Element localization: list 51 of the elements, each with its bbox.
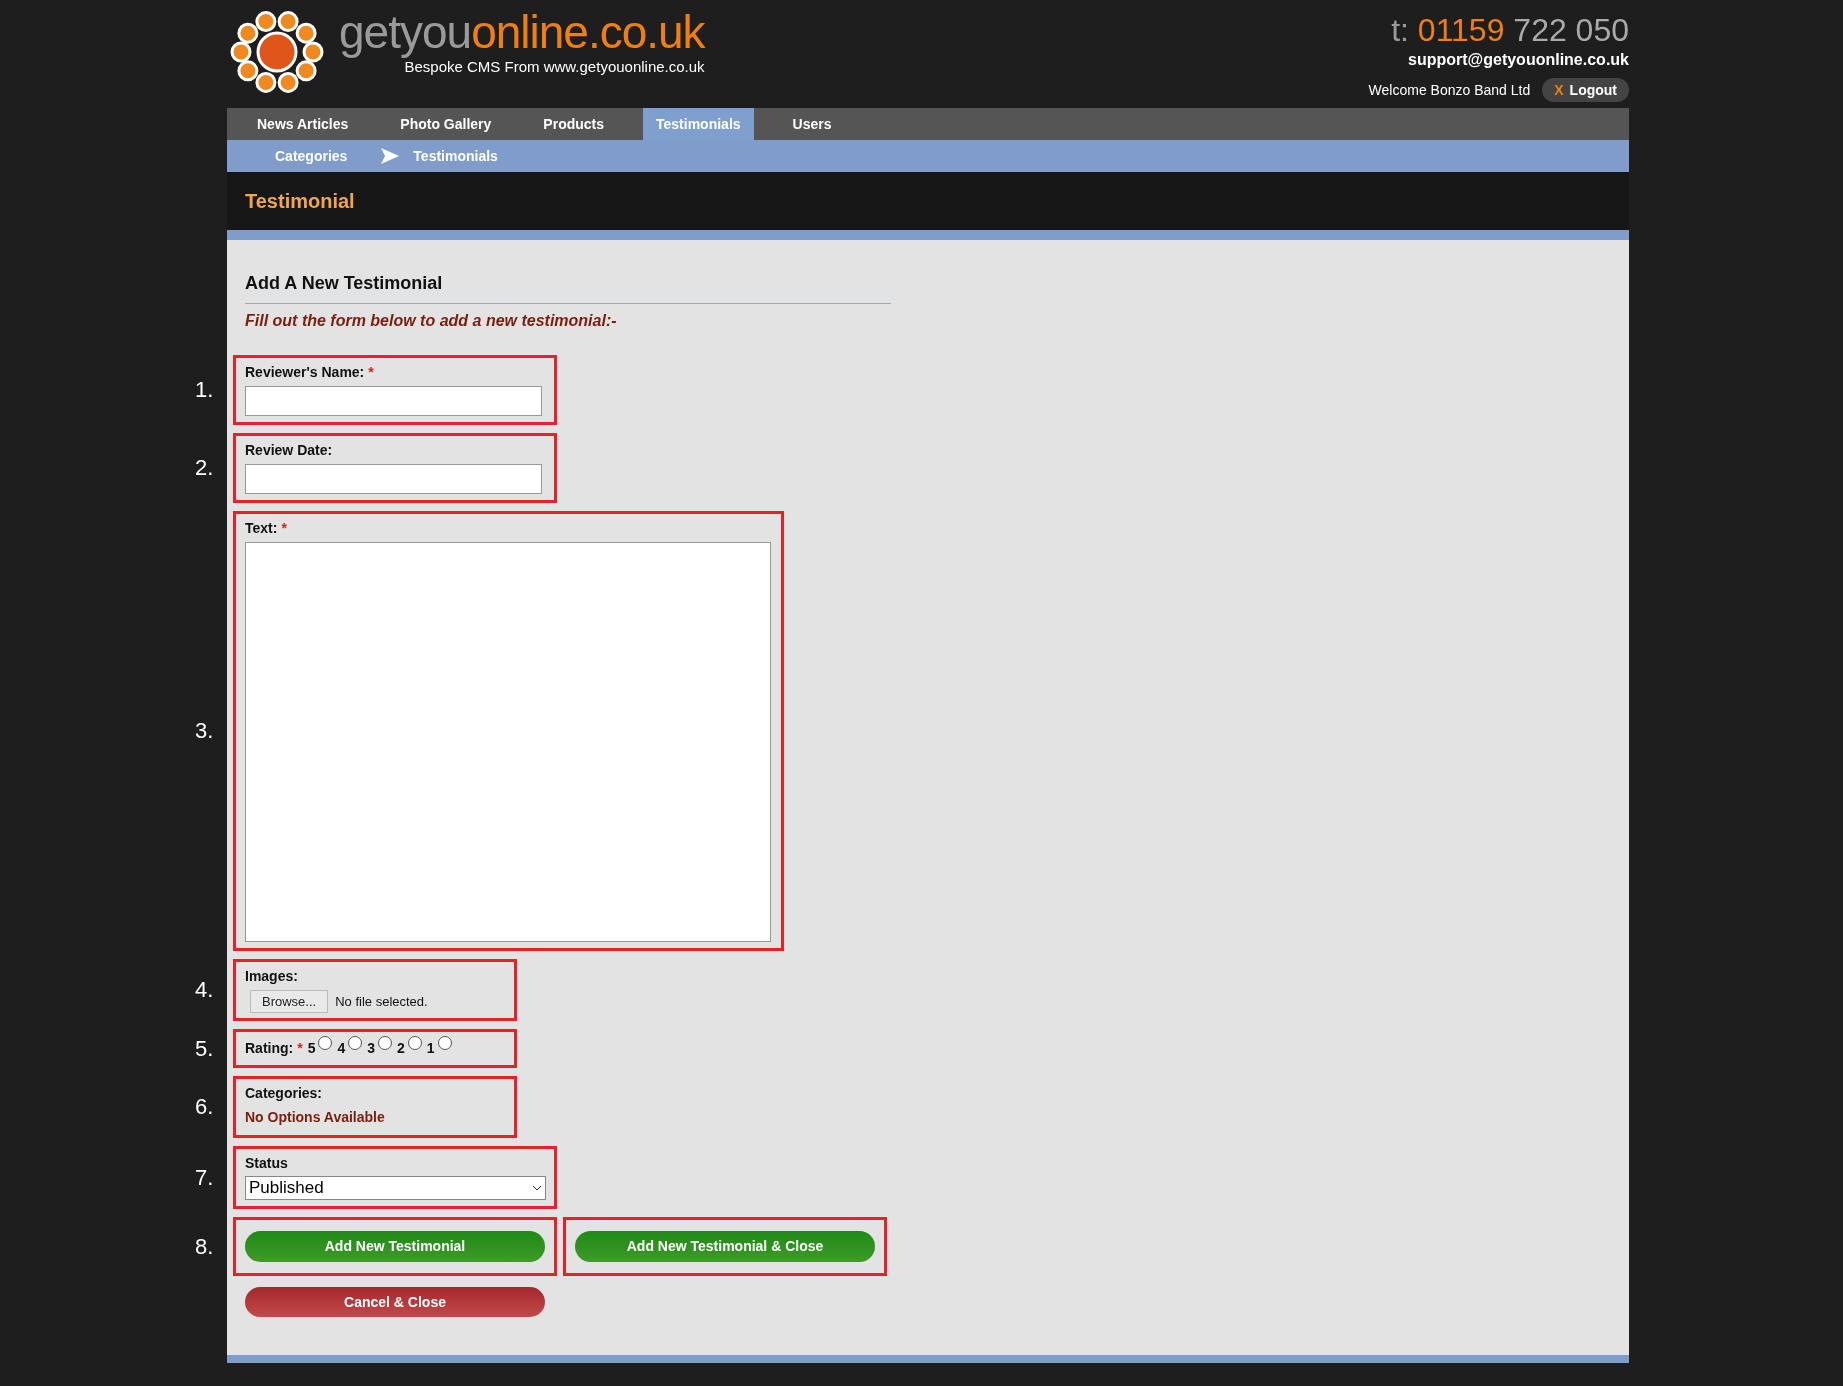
logout-button[interactable]: X Logout (1542, 78, 1629, 102)
text-field[interactable] (245, 386, 542, 416)
page-title: Testimonial (245, 189, 355, 214)
nav-tab[interactable]: News Articles (244, 108, 362, 140)
radio-button[interactable] (437, 1036, 452, 1050)
form-heading: Add A New Testimonial (245, 272, 444, 295)
radio-button[interactable] (348, 1036, 363, 1050)
rating-value: 3 (367, 1039, 376, 1058)
required-mark: * (281, 519, 287, 538)
rating-value: 2 (397, 1039, 405, 1058)
text-field[interactable] (245, 464, 542, 494)
field-label: Images: (245, 967, 298, 986)
browse-button[interactable]: Browse... (250, 990, 329, 1013)
radio-button[interactable] (378, 1036, 393, 1050)
field-label: Text: (245, 519, 278, 538)
field-label: Reviewer's Name: (245, 363, 365, 382)
submit-button[interactable]: Add New Testimonial & Close (575, 1231, 875, 1262)
annotation-number: 6. (195, 1096, 214, 1118)
rating-value: 4 (337, 1039, 346, 1058)
chevron-down-icon (532, 1185, 542, 1191)
rating-value: 1 (426, 1039, 435, 1058)
annotation-number: 8. (195, 1235, 214, 1258)
rating-value: 5 (307, 1039, 316, 1058)
annotation-number: 1. (195, 379, 214, 401)
field-label: Status (245, 1154, 288, 1173)
nav-tab[interactable]: Products (530, 108, 618, 140)
radio-button[interactable] (318, 1036, 333, 1050)
submit-button[interactable]: Add New Testimonial (245, 1231, 545, 1262)
annotation-number: 7. (195, 1166, 214, 1189)
file-status: No file selected. (335, 992, 428, 1011)
nav-tab[interactable]: Photo Gallery (387, 108, 505, 140)
radio-button[interactable] (407, 1036, 422, 1050)
brand-name: getyouonline.co.uk (339, 6, 705, 58)
tagline: Bespoke CMS From www.getyouonline.co.uk (404, 58, 705, 77)
required-mark: * (297, 1039, 303, 1058)
support-email: support@getyouonline.co.uk (1408, 50, 1629, 70)
annotation-number: 4. (195, 979, 214, 1001)
field-label: Categories: (245, 1084, 323, 1103)
required-mark: * (368, 363, 374, 382)
status-select[interactable]: Published (245, 1176, 546, 1200)
welcome-text: Welcome Bonzo Band Ltd (1368, 80, 1531, 100)
form-intro: Fill out the form below to add a new testimonial:- (245, 311, 618, 331)
nav-tab[interactable]: Users (779, 108, 845, 140)
field-label: Review Date: (245, 441, 333, 460)
no-options-message: No Options Available (245, 1108, 386, 1127)
phone-number: t: 01159 722 050 (1391, 12, 1629, 48)
annotation-number: 3. (195, 720, 214, 742)
annotation-number: 5. (195, 1037, 214, 1060)
cancel-button[interactable]: Cancel & Close (245, 1287, 545, 1317)
field-label: Rating: (245, 1039, 294, 1058)
annotation-number: 2. (195, 457, 214, 479)
